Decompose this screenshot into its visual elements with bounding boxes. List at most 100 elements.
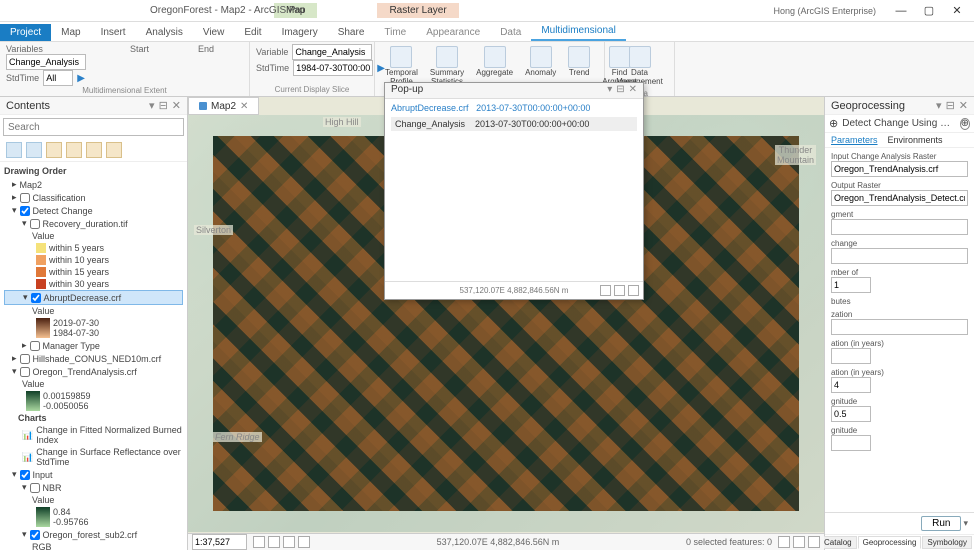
tab-project[interactable]: Project (0, 24, 51, 41)
toc-toolbar (0, 139, 187, 162)
contents-header: Contents ▾⊟✕ (0, 97, 187, 115)
gp-tab-environments[interactable]: Environments (888, 135, 943, 145)
label-silverton: Silverton (194, 225, 233, 235)
tab-map[interactable]: Map (51, 24, 90, 41)
sb-icon[interactable] (253, 536, 265, 548)
label-stdtime: StdTime (6, 73, 39, 83)
tab-insert[interactable]: Insert (91, 24, 136, 41)
label-fern-ridge: Fern Ridge (213, 432, 262, 442)
tab-share[interactable]: Share (328, 24, 375, 41)
popup-tool-icon[interactable] (614, 285, 625, 296)
tab-symbology[interactable]: Symbology (922, 536, 972, 549)
toc-classification: ▸Classification (4, 191, 183, 204)
btn-anomaly[interactable]: Anomaly (521, 44, 560, 80)
pin-icon[interactable]: ⊟ (946, 99, 955, 112)
titlebar: Map Raster Layer OregonForest - Map2 - A… (0, 0, 974, 22)
toc-oregon-trend: ▾Oregon_TrendAnalysis.crf (4, 365, 183, 378)
tab-appearance[interactable]: Appearance (416, 24, 490, 41)
window-title: OregonForest - Map2 - ArcGIS Pro (0, 5, 974, 16)
drawing-order-hdr: Drawing Order (4, 166, 183, 176)
input-stdtime2[interactable] (293, 60, 373, 76)
close-pane-icon[interactable]: ✕ (172, 99, 181, 112)
tab-time[interactable]: Time (374, 24, 416, 41)
btn-trend[interactable]: Trend (564, 44, 594, 80)
pause-icon[interactable] (793, 536, 805, 548)
sb-icon[interactable] (778, 536, 790, 548)
label-high-hill: High Hill (323, 117, 361, 127)
back-icon[interactable]: ⊕ (829, 117, 838, 130)
toc-recovery: ▾Recovery_duration.tif (4, 217, 183, 230)
chart-icon: 📊 (22, 430, 33, 441)
btn-aggregate[interactable]: Aggregate (472, 44, 517, 80)
gp-zation[interactable] (831, 319, 968, 335)
refresh-icon[interactable] (808, 536, 820, 548)
popup-layer-link[interactable]: AbruptDecrease.crf (391, 103, 469, 113)
table-icon (436, 46, 458, 68)
gp-segment[interactable] (831, 219, 968, 235)
sb-icon[interactable] (283, 536, 295, 548)
map-tab[interactable]: Map2✕ (188, 97, 259, 115)
popup-close-icon[interactable]: ✕ (629, 84, 637, 97)
popup-window[interactable]: Pop-up ▾⊟✕ AbruptDecrease.crf 2013-07-30… (384, 82, 644, 300)
gp-tab-parameters[interactable]: Parameters (831, 135, 878, 145)
ribbon-tabs: Project Map Insert Analysis View Edit Im… (0, 22, 974, 42)
contents-search[interactable] (3, 118, 184, 136)
tab-imagery[interactable]: Imagery (272, 24, 328, 41)
input-variable2[interactable] (292, 44, 372, 60)
popup-titlebar[interactable]: Pop-up ▾⊟✕ (385, 83, 643, 99)
popup-tool-icon[interactable] (628, 285, 639, 296)
tab-catalog[interactable]: Catalog (819, 536, 857, 549)
label-variables: Variables (6, 44, 56, 54)
gp-input-raster[interactable] (831, 161, 968, 177)
toc-value2: Value (4, 305, 183, 317)
gp-dur1[interactable] (831, 348, 871, 364)
label-thunder: Thunder Mountain (775, 145, 816, 165)
list-by-source-icon[interactable] (26, 142, 42, 158)
toc-body[interactable]: Drawing Order ▸Map2 ▸Classification ▾Det… (0, 162, 187, 550)
sb-icon[interactable] (268, 536, 280, 548)
popup-tool-icon[interactable] (600, 285, 611, 296)
gp-mag2[interactable] (831, 435, 871, 451)
help-icon[interactable]: ⊕ (960, 118, 970, 130)
toc-value1: Value (4, 230, 183, 242)
gp-change[interactable] (831, 248, 968, 264)
gp-dur2[interactable] (831, 377, 871, 393)
toc-input: ▾Input (4, 468, 183, 481)
input-stdtime[interactable] (43, 70, 73, 86)
chart-icon (390, 46, 412, 68)
list-by-labeling-icon[interactable] (106, 142, 122, 158)
pin-icon[interactable]: ⊟ (159, 99, 168, 112)
sb-icon[interactable] (298, 536, 310, 548)
stack-icon (484, 46, 506, 68)
input-variable[interactable] (6, 54, 86, 70)
map-status-bar: 537,120.07E 4,882,846.56N m 0 selected f… (188, 533, 824, 550)
tab-edit[interactable]: Edit (234, 24, 271, 41)
tab-geoprocessing[interactable]: Geoprocessing (858, 536, 922, 549)
wave-icon (530, 46, 552, 68)
popup-dropdown-icon[interactable]: ▾ (607, 84, 612, 97)
map-icon (199, 102, 207, 110)
play-icon[interactable]: ▶ (77, 73, 85, 84)
list-by-editing-icon[interactable] (66, 142, 82, 158)
run-button[interactable]: Run (921, 516, 961, 531)
dropdown-icon[interactable]: ▾ (936, 99, 942, 112)
gp-output-raster[interactable] (831, 190, 968, 206)
scale-input[interactable] (192, 534, 247, 550)
tab-view[interactable]: View (193, 24, 235, 41)
popup-dock-icon[interactable]: ⊟ (616, 84, 624, 97)
list-by-drawing-icon[interactable] (6, 142, 22, 158)
tab-multidimensional[interactable]: Multidimensional (531, 22, 625, 41)
run-dropdown-icon[interactable]: ▾ (963, 518, 968, 529)
close-pane-icon[interactable]: ✕ (959, 99, 968, 112)
tab-analysis[interactable]: Analysis (136, 24, 193, 41)
dropdown-icon[interactable]: ▾ (149, 99, 155, 112)
close-tab-icon[interactable]: ✕ (240, 101, 248, 112)
list-by-selection-icon[interactable] (46, 142, 62, 158)
gp-tool-title: ⊕ Detect Change Using Change Analysis Ra… (825, 115, 974, 133)
tab-data[interactable]: Data (490, 24, 531, 41)
coords-readout: 537,120.07E 4,882,846.56N m (316, 537, 680, 547)
toc-hillshade: ▸Hillshade_CONUS_NED10m.crf (4, 352, 183, 365)
list-by-snapping-icon[interactable] (86, 142, 102, 158)
gp-mag1[interactable] (831, 406, 871, 422)
gp-nbands[interactable] (831, 277, 871, 293)
